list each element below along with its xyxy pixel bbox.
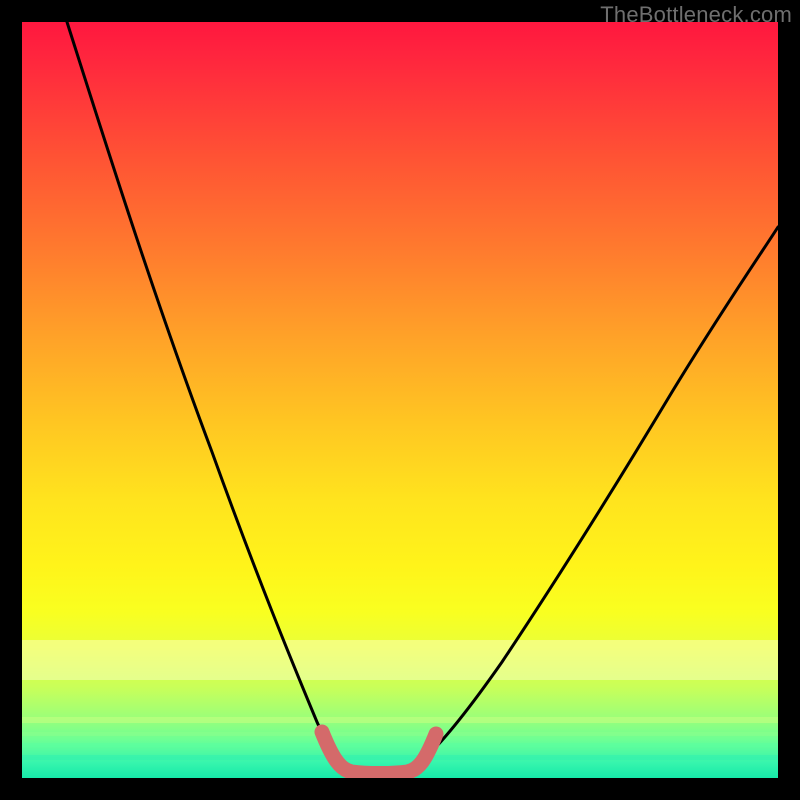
bottleneck-curve [22,22,778,778]
accent-segment [322,732,436,774]
chart-frame: TheBottleneck.com [0,0,800,800]
curve-right [426,227,778,757]
attribution-text: TheBottleneck.com [600,2,792,28]
plot-area [22,22,778,778]
curve-left [67,22,335,756]
